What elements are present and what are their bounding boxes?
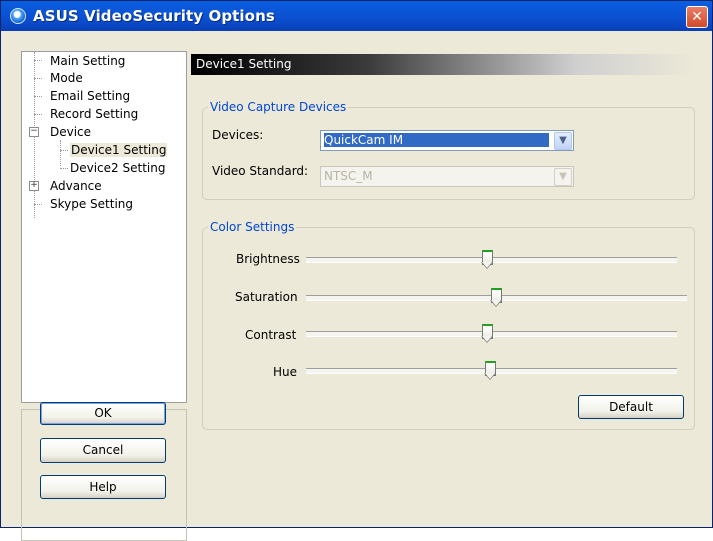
saturation-label: Saturation xyxy=(235,290,298,304)
hue-slider-thumb[interactable] xyxy=(484,361,496,381)
tree-item-mode[interactable]: Mode xyxy=(50,70,83,86)
title-bar[interactable]: ASUS VideoSecurity Options ✕ xyxy=(1,1,712,31)
tree-item-main-setting[interactable]: Main Setting xyxy=(50,53,125,69)
contrast-label: Contrast xyxy=(245,328,297,342)
tree-item-device2-setting[interactable]: Device2 Setting xyxy=(70,160,165,176)
devices-label: Devices: xyxy=(212,128,264,142)
tree-guide-h xyxy=(60,168,68,169)
color-settings-label: Color Settings xyxy=(208,220,297,234)
devices-select[interactable]: QuickCam IM ▼ xyxy=(320,130,574,151)
slider-point-face xyxy=(491,300,501,306)
settings-page-header: Device1 Setting xyxy=(191,54,696,75)
chevron-down-icon[interactable]: ▼ xyxy=(554,132,572,150)
video-standard-value: NTSC_M xyxy=(324,169,373,183)
tree-item-email-setting[interactable]: Email Setting xyxy=(50,88,130,104)
brightness-label: Brightness xyxy=(236,252,300,266)
video-standard-select: NTSC_M ▼ xyxy=(320,166,574,187)
tree-guide-h xyxy=(34,114,42,115)
settings-tree[interactable]: Main Setting Mode Email Setting Record S… xyxy=(21,51,187,403)
close-button[interactable]: ✕ xyxy=(686,6,708,28)
slider-point-face xyxy=(482,336,492,342)
close-icon: ✕ xyxy=(691,9,703,25)
tree-item-device[interactable]: Device xyxy=(50,124,91,140)
tree-guide-h xyxy=(34,78,42,79)
slider-point-face xyxy=(485,373,495,379)
contrast-slider-thumb[interactable] xyxy=(481,324,493,344)
tree-item-skype-setting[interactable]: Skype Setting xyxy=(50,196,133,212)
window-title: ASUS VideoSecurity Options xyxy=(33,7,275,25)
slider-point-face xyxy=(482,262,492,268)
tree-item-device1-setting[interactable]: Device1 Setting xyxy=(70,142,168,158)
help-button[interactable]: Help xyxy=(40,475,166,499)
chevron-down-icon: ▼ xyxy=(554,168,572,186)
expand-icon[interactable]: + xyxy=(29,181,39,191)
hue-label: Hue xyxy=(273,365,298,379)
video-capture-label: Video Capture Devices xyxy=(208,100,349,114)
devices-select-value: QuickCam IM xyxy=(324,133,549,147)
collapse-icon[interactable]: − xyxy=(29,127,39,137)
brightness-slider-thumb[interactable] xyxy=(481,250,493,270)
default-button[interactable]: Default xyxy=(578,395,684,419)
ok-button[interactable]: OK xyxy=(40,402,166,425)
options-window: ASUS VideoSecurity Options ✕ Main Settin… xyxy=(0,0,713,541)
video-standard-label: Video Standard: xyxy=(212,164,309,178)
saturation-slider-thumb[interactable] xyxy=(490,288,502,308)
tree-guide-h xyxy=(60,150,68,151)
cancel-button[interactable]: Cancel xyxy=(40,438,166,463)
tree-guide-h xyxy=(34,60,42,61)
tree-item-advance[interactable]: Advance xyxy=(50,178,102,194)
tree-item-record-setting[interactable]: Record Setting xyxy=(50,106,138,122)
tree-guide-h xyxy=(34,96,42,97)
tree-item-selected-label: Device1 Setting xyxy=(70,143,168,157)
dialog-content: Main Setting Mode Email Setting Record S… xyxy=(4,31,709,541)
tree-guide-h xyxy=(34,204,42,205)
tree-guide-line xyxy=(60,140,61,166)
app-icon xyxy=(10,8,26,24)
